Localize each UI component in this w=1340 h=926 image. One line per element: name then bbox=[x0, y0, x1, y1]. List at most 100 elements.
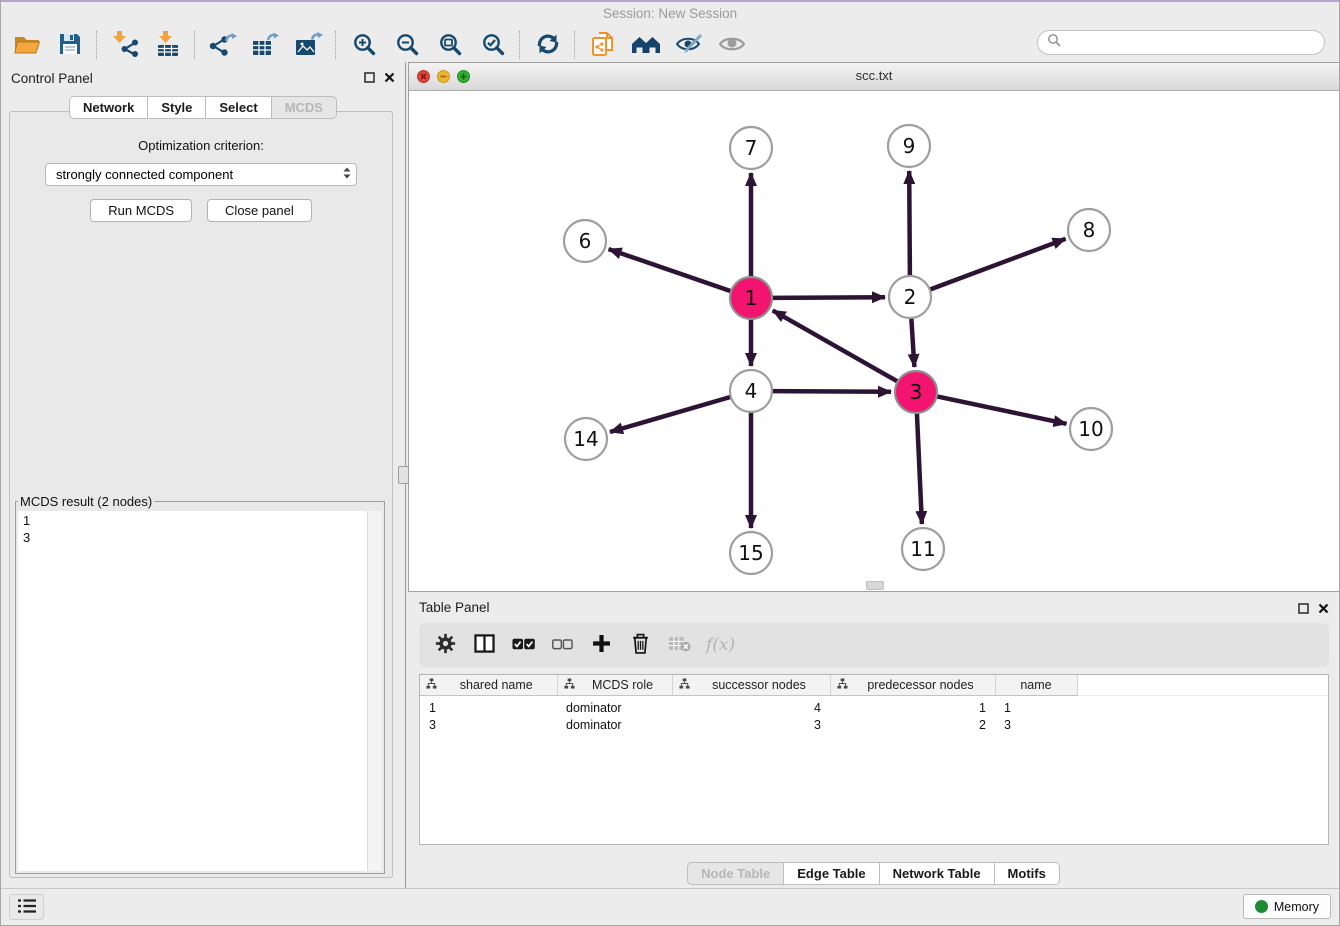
column-header-predecessor-nodes[interactable]: predecessor nodes bbox=[830, 675, 995, 696]
network-canvas[interactable]: 7 9 6 8 1 2 4 3 14 10 15 11 bbox=[409, 91, 1339, 592]
refresh-button[interactable] bbox=[526, 29, 569, 61]
tab-node-table[interactable]: Node Table bbox=[687, 862, 784, 885]
import-network-button[interactable] bbox=[103, 29, 146, 61]
unchecked-boxes-icon bbox=[552, 638, 573, 653]
run-mcds-button[interactable]: Run MCDS bbox=[90, 199, 192, 222]
zoom-out-button[interactable] bbox=[385, 29, 428, 61]
hide-selected-button[interactable] bbox=[667, 29, 710, 61]
network-copy-button[interactable] bbox=[581, 29, 624, 61]
toolbar-separator bbox=[574, 31, 576, 59]
zoom-in-button[interactable] bbox=[342, 29, 385, 61]
zoom-fit-icon bbox=[438, 32, 462, 59]
node-4[interactable]: 4 bbox=[730, 370, 772, 412]
search-input[interactable] bbox=[1067, 35, 1315, 51]
close-panel-button[interactable]: Close panel bbox=[207, 199, 312, 222]
memory-status-icon bbox=[1255, 900, 1268, 913]
tab-style[interactable]: Style bbox=[148, 96, 206, 119]
table-panel-tabs: Node TableEdge TableNetwork TableMotifs bbox=[687, 862, 1060, 885]
home-networks-button[interactable] bbox=[624, 29, 667, 61]
result-scrollbar[interactable] bbox=[367, 511, 382, 871]
network-view-window: scc.txt 7 9 6 8 1 2 4 3 14 10 15 11 bbox=[408, 62, 1340, 592]
node-15[interactable]: 15 bbox=[730, 532, 772, 574]
tab-network-table[interactable]: Network Table bbox=[880, 862, 995, 885]
column-header-name[interactable]: name bbox=[995, 675, 1077, 696]
export-network-button[interactable] bbox=[201, 29, 244, 61]
minimize-window-icon[interactable] bbox=[437, 70, 450, 83]
edge-3-1[interactable] bbox=[773, 310, 898, 381]
eye-icon bbox=[719, 35, 745, 56]
node-2[interactable]: 2 bbox=[889, 276, 931, 318]
show-selected-button[interactable] bbox=[710, 29, 753, 61]
export-image-button[interactable] bbox=[287, 29, 330, 61]
table-settings-button[interactable] bbox=[433, 631, 457, 659]
fx-icon: f(x) bbox=[706, 635, 735, 655]
export-table-icon bbox=[252, 32, 280, 59]
edge-3-10[interactable] bbox=[937, 396, 1067, 424]
column-header-successor-nodes[interactable]: successor nodes bbox=[672, 675, 830, 696]
node-table[interactable]: shared nameMCDS rolesuccessor nodesprede… bbox=[420, 675, 1328, 733]
float-panel-icon[interactable] bbox=[364, 70, 375, 88]
list-icon bbox=[17, 898, 37, 917]
delete-column-button[interactable] bbox=[628, 631, 652, 659]
select-all-button[interactable] bbox=[511, 631, 535, 659]
window-title: Session: New Session bbox=[603, 6, 737, 21]
zoom-fit-button[interactable] bbox=[428, 29, 471, 61]
status-bar: Memory bbox=[1, 888, 1339, 925]
edge-2-9[interactable] bbox=[909, 171, 910, 276]
export-table-button[interactable] bbox=[244, 29, 287, 61]
node-8[interactable]: 8 bbox=[1068, 209, 1110, 251]
edge-4-14[interactable] bbox=[610, 397, 731, 432]
table-row[interactable]: 1dominator411 bbox=[420, 696, 1328, 717]
maximize-window-icon[interactable] bbox=[457, 70, 470, 83]
memory-label: Memory bbox=[1274, 900, 1319, 914]
panel-list-button[interactable] bbox=[9, 894, 44, 920]
tab-mcds[interactable]: MCDS bbox=[272, 96, 337, 119]
node-9[interactable]: 9 bbox=[888, 125, 930, 167]
edge-4-3[interactable] bbox=[772, 391, 891, 392]
import-table-button[interactable] bbox=[146, 29, 189, 61]
import-table-icon bbox=[155, 31, 181, 60]
search-field[interactable] bbox=[1037, 30, 1325, 55]
tab-select[interactable]: Select bbox=[206, 96, 271, 119]
edge-2-8[interactable] bbox=[930, 239, 1066, 290]
node-6[interactable]: 6 bbox=[564, 220, 606, 262]
memory-button[interactable]: Memory bbox=[1243, 894, 1331, 919]
tab-edge-table[interactable]: Edge Table bbox=[784, 862, 879, 885]
tab-network[interactable]: Network bbox=[69, 96, 148, 119]
edge-2-3[interactable] bbox=[911, 318, 914, 367]
network-window-titlebar[interactable]: scc.txt bbox=[409, 63, 1339, 91]
open-session-button[interactable] bbox=[5, 29, 48, 61]
node-3[interactable]: 3 bbox=[895, 371, 937, 413]
close-panel-icon[interactable] bbox=[1318, 601, 1329, 619]
add-column-button[interactable] bbox=[589, 631, 613, 659]
control-panel-tabs: NetworkStyleSelectMCDS bbox=[1, 96, 405, 119]
node-10[interactable]: 10 bbox=[1070, 408, 1112, 450]
control-panel: Control Panel NetworkStyleSelectMCDS Opt… bbox=[1, 62, 406, 890]
node-7[interactable]: 7 bbox=[730, 127, 772, 169]
table-panel: Table Panel bbox=[408, 593, 1339, 890]
tab-motifs[interactable]: Motifs bbox=[995, 862, 1060, 885]
deselect-all-button[interactable] bbox=[550, 631, 574, 659]
svg-text:4: 4 bbox=[745, 379, 758, 403]
node-14[interactable]: 14 bbox=[565, 418, 607, 460]
close-panel-icon[interactable] bbox=[384, 70, 395, 88]
column-header-mcds-role[interactable]: MCDS role bbox=[557, 675, 672, 696]
float-panel-icon[interactable] bbox=[1298, 601, 1309, 619]
table-row[interactable]: 3dominator323 bbox=[420, 716, 1328, 733]
edge-1-6[interactable] bbox=[609, 249, 732, 291]
criterion-dropdown[interactable]: strongly connected component bbox=[45, 163, 357, 186]
zoom-selected-button[interactable] bbox=[471, 29, 514, 61]
save-session-button[interactable] bbox=[48, 29, 91, 61]
node-1[interactable]: 1 bbox=[730, 277, 772, 319]
delete-table-button[interactable] bbox=[667, 631, 691, 659]
canvas-resize-grip[interactable] bbox=[866, 581, 884, 590]
function-builder-button[interactable]: f(x) bbox=[706, 631, 735, 659]
edge-1-2[interactable] bbox=[772, 297, 885, 298]
edge-3-11[interactable] bbox=[917, 413, 922, 524]
close-window-icon[interactable] bbox=[417, 70, 430, 83]
show-columns-button[interactable] bbox=[472, 631, 496, 659]
panel-divider-grip[interactable] bbox=[398, 466, 409, 484]
node-11[interactable]: 11 bbox=[902, 528, 944, 570]
column-header-shared-name[interactable]: shared name bbox=[420, 675, 557, 696]
gear-icon bbox=[435, 633, 456, 657]
